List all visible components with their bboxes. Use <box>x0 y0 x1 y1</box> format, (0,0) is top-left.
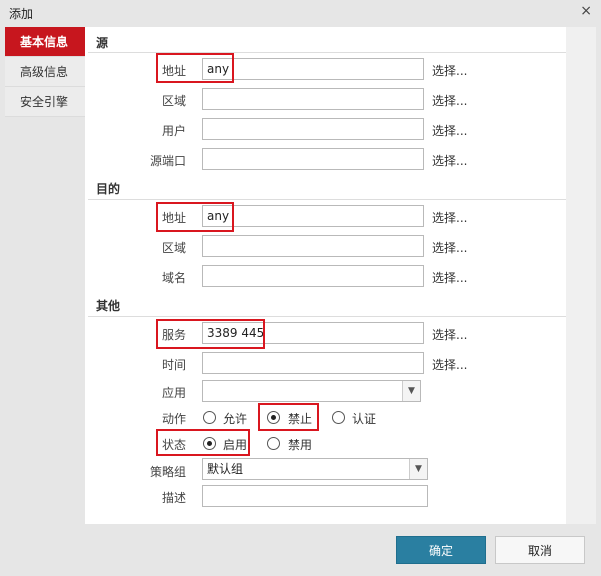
action-auth-label: 认证 <box>352 412 377 426</box>
status-enable-radio[interactable] <box>203 437 216 450</box>
destination-address-input[interactable] <box>202 205 424 227</box>
time-input[interactable] <box>202 352 424 374</box>
description-input[interactable] <box>202 485 428 507</box>
source-user-label: 用户 <box>161 124 186 138</box>
action-label: 动作 <box>161 412 186 426</box>
service-label: 服务 <box>161 328 186 342</box>
app-select[interactable]: ▼ <box>202 380 421 402</box>
app-label: 应用 <box>161 386 186 400</box>
scrollbar-track[interactable] <box>566 27 596 524</box>
section-divider <box>88 199 566 200</box>
section-title-source: 源 <box>96 36 109 50</box>
status-disable-radio[interactable] <box>267 437 280 450</box>
sidebar-item-security-engine[interactable]: 安全引擎 <box>5 87 85 117</box>
destination-domain-select-link[interactable]: 选择... <box>432 269 467 286</box>
section-divider <box>88 52 566 53</box>
status-enable-label: 启用 <box>223 438 248 452</box>
chevron-down-icon: ▼ <box>402 381 420 401</box>
action-allow-label: 允许 <box>223 412 248 426</box>
section-title-destination: 目的 <box>96 182 121 196</box>
action-deny-radio[interactable] <box>267 411 280 424</box>
policy-group-select[interactable]: 默认组 ▼ <box>202 458 428 480</box>
source-address-input[interactable] <box>202 58 424 80</box>
source-zone-label: 区域 <box>161 94 186 108</box>
destination-zone-select-link[interactable]: 选择... <box>432 239 467 256</box>
action-auth-radio[interactable] <box>332 411 345 424</box>
destination-domain-label: 域名 <box>161 271 186 285</box>
dialog-titlebar: 添加 × <box>0 0 601 26</box>
source-user-select-link[interactable]: 选择... <box>432 122 467 139</box>
ok-button[interactable]: 确定 <box>396 536 486 564</box>
source-address-label: 地址 <box>161 64 186 78</box>
status-disable-label: 禁用 <box>288 438 313 452</box>
service-select-link[interactable]: 选择... <box>432 326 467 343</box>
description-label: 描述 <box>161 491 186 505</box>
sidebar: 基本信息 高级信息 安全引擎 <box>5 27 85 147</box>
policy-group-label: 策略组 <box>149 465 186 479</box>
action-allow-radio[interactable] <box>203 411 216 424</box>
source-address-select-link[interactable]: 选择... <box>432 62 467 79</box>
destination-domain-input[interactable] <box>202 265 424 287</box>
sidebar-item-basic-info[interactable]: 基本信息 <box>5 27 85 57</box>
status-label: 状态 <box>161 438 186 452</box>
cancel-button[interactable]: 取消 <box>495 536 585 564</box>
source-port-input[interactable] <box>202 148 424 170</box>
section-divider <box>88 316 566 317</box>
dialog-footer: 确定 取消 <box>0 524 601 576</box>
source-user-input[interactable] <box>202 118 424 140</box>
source-zone-input[interactable] <box>202 88 424 110</box>
service-input[interactable] <box>202 322 424 344</box>
section-title-other: 其他 <box>96 299 121 313</box>
source-port-select-link[interactable]: 选择... <box>432 152 467 169</box>
chevron-down-icon: ▼ <box>409 459 427 479</box>
policy-group-value: 默认组 <box>207 462 244 476</box>
destination-address-label: 地址 <box>161 211 186 225</box>
destination-zone-label: 区域 <box>161 241 186 255</box>
close-icon[interactable]: × <box>580 3 592 19</box>
dialog-title: 添加 <box>9 7 34 21</box>
destination-address-select-link[interactable]: 选择... <box>432 209 467 226</box>
form-panel: 源 地址 选择... 区域 选择... 用户 选择... 源端口 选择... 目… <box>85 27 566 524</box>
source-zone-select-link[interactable]: 选择... <box>432 92 467 109</box>
sidebar-item-advanced-info[interactable]: 高级信息 <box>5 57 85 87</box>
time-select-link[interactable]: 选择... <box>432 356 467 373</box>
source-port-label: 源端口 <box>149 154 186 168</box>
time-label: 时间 <box>161 358 186 372</box>
action-deny-label: 禁止 <box>288 412 313 426</box>
destination-zone-input[interactable] <box>202 235 424 257</box>
